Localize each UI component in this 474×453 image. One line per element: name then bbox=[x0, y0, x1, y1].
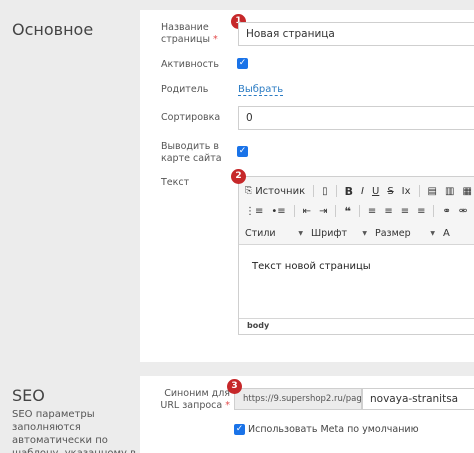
size-dropdown-label: Размер bbox=[375, 227, 411, 239]
paste-word-icon[interactable]: ▦ bbox=[462, 186, 471, 197]
editor-toolbar: ⎘ Источник ▯ B I U S Ix ▤ ▥ ▦ ⋮≡ •≡ ⇤ ⇥ … bbox=[239, 177, 474, 245]
page-name-label: Название страницы * bbox=[161, 22, 231, 46]
paste-text-icon[interactable]: ▥ bbox=[445, 186, 454, 197]
toolbar-row-2: ⋮≡ •≡ ⇤ ⇥ ❝ ≡ ≡ ≡ ≡ ⚭ ⚮ ▣ bbox=[245, 201, 474, 221]
annotation-badge-2: 2 bbox=[231, 169, 246, 184]
section-title-main: Основное bbox=[12, 20, 94, 39]
required-mark: * bbox=[213, 34, 218, 45]
editor-statusbar: body bbox=[239, 318, 474, 334]
bulleted-list-icon[interactable]: •≡ bbox=[271, 206, 285, 217]
remove-format-icon[interactable]: Ix bbox=[402, 186, 411, 197]
toolbar-divider bbox=[433, 205, 435, 217]
seo-description: SEO параметры заполняются автоматически … bbox=[12, 409, 136, 453]
toolbar-divider bbox=[418, 185, 420, 197]
toolbar-divider bbox=[335, 185, 337, 197]
chevron-down-icon: ▼ bbox=[298, 229, 303, 237]
align-justify-icon[interactable]: ≡ bbox=[417, 206, 425, 217]
unlink-icon[interactable]: ⚮ bbox=[459, 206, 467, 217]
url-prefix: https://9.supershop2.ru/pages/ bbox=[234, 388, 362, 410]
blockquote-icon[interactable]: ❝ bbox=[344, 205, 350, 218]
italic-icon[interactable]: I bbox=[361, 186, 364, 197]
required-mark: * bbox=[225, 400, 230, 411]
align-center-icon[interactable]: ≡ bbox=[384, 206, 392, 217]
document-icon[interactable]: ▯ bbox=[322, 186, 328, 197]
sort-input[interactable]: 0 bbox=[238, 106, 474, 130]
element-path[interactable]: body bbox=[247, 321, 269, 330]
toolbar-row-3: Стили ▼ Шрифт ▼ Размер ▼ A bbox=[245, 223, 458, 243]
meta-default-label: Использовать Meta по умолчанию bbox=[248, 424, 419, 435]
rich-text-editor: ⎘ Источник ▯ B I U S Ix ▤ ▥ ▦ ⋮≡ •≡ ⇤ ⇥ … bbox=[238, 176, 474, 335]
toolbar-row-1: ⎘ Источник ▯ B I U S Ix ▤ ▥ ▦ bbox=[245, 181, 474, 201]
text-color-icon[interactable]: A bbox=[443, 228, 450, 239]
toolbar-divider bbox=[335, 205, 337, 217]
outdent-icon[interactable]: ⇤ bbox=[303, 206, 311, 217]
meta-default-checkbox[interactable]: ✓ bbox=[234, 424, 245, 435]
sitemap-label: Выводить в карте сайта bbox=[161, 141, 222, 164]
styles-dropdown[interactable]: Стили ▼ bbox=[245, 228, 303, 239]
parent-label: Родитель bbox=[161, 84, 209, 95]
page-name-input[interactable]: Новая страница bbox=[238, 22, 474, 46]
align-right-icon[interactable]: ≡ bbox=[401, 206, 409, 217]
size-dropdown[interactable]: Размер ▼ bbox=[375, 228, 435, 239]
url-slug-input[interactable]: novaya-stranitsa bbox=[362, 388, 474, 410]
page-name-label-text: Название страницы bbox=[161, 22, 210, 45]
source-icon: ⎘ bbox=[245, 186, 253, 196]
toolbar-divider bbox=[313, 185, 315, 197]
section-title-seo: SEO bbox=[12, 386, 45, 405]
paste-icon[interactable]: ▤ bbox=[428, 186, 437, 197]
source-button[interactable]: ⎘ Источник bbox=[245, 186, 305, 197]
align-left-icon[interactable]: ≡ bbox=[368, 206, 376, 217]
parent-select-link[interactable]: Выбрать bbox=[238, 84, 284, 96]
toolbar-divider bbox=[358, 205, 360, 217]
active-checkbox[interactable]: ✓ bbox=[237, 58, 248, 69]
source-button-label: Источник bbox=[255, 185, 306, 197]
annotation-badge-3: 3 bbox=[227, 379, 242, 394]
sort-label: Сортировка bbox=[161, 112, 221, 123]
font-dropdown[interactable]: Шрифт ▼ bbox=[311, 228, 367, 239]
toolbar-divider bbox=[293, 205, 295, 217]
font-dropdown-label: Шрифт bbox=[311, 227, 348, 239]
styles-dropdown-label: Стили bbox=[245, 227, 276, 239]
url-alias-label: Синоним для URL запроса * bbox=[156, 388, 230, 412]
active-label: Активность bbox=[161, 59, 219, 70]
strikethrough-icon[interactable]: S bbox=[387, 186, 393, 197]
chevron-down-icon: ▼ bbox=[362, 229, 367, 237]
text-label: Текст bbox=[161, 177, 190, 188]
indent-icon[interactable]: ⇥ bbox=[319, 206, 327, 217]
editor-content[interactable]: Текст новой страницы bbox=[252, 261, 371, 272]
url-alias-label-text: Синоним для URL запроса bbox=[160, 388, 230, 411]
numbered-list-icon[interactable]: ⋮≡ bbox=[245, 206, 263, 217]
link-icon[interactable]: ⚭ bbox=[442, 206, 450, 217]
sitemap-checkbox[interactable]: ✓ bbox=[237, 146, 248, 157]
chevron-down-icon: ▼ bbox=[430, 229, 435, 237]
underline-icon[interactable]: U bbox=[372, 186, 379, 197]
bold-icon[interactable]: B bbox=[345, 185, 353, 198]
